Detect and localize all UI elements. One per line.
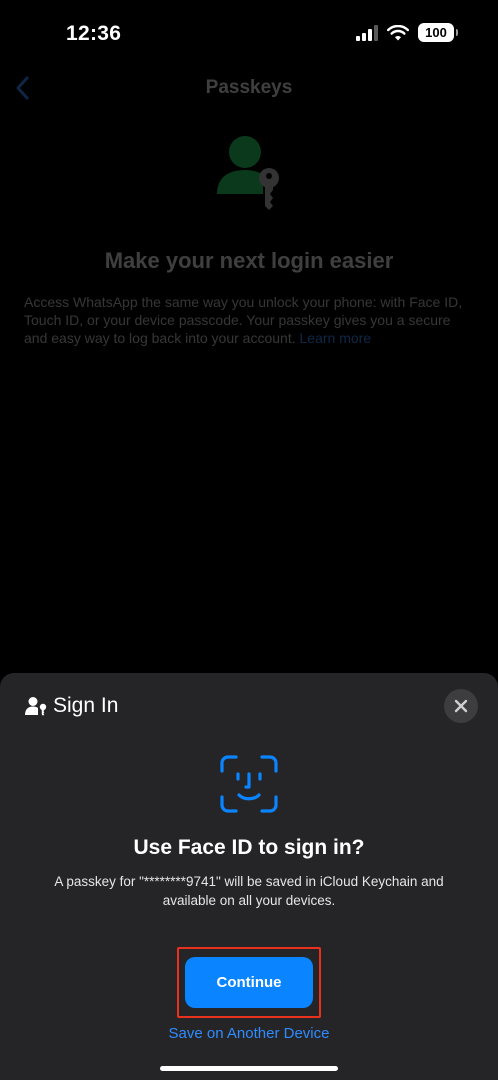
person-key-icon (217, 136, 279, 210)
sheet-title: Use Face ID to sign in? (133, 836, 365, 859)
close-button[interactable] (444, 689, 478, 723)
sheet-description: A passkey for "********9741" will be sav… (54, 874, 444, 908)
nav-title: Passkeys (205, 77, 293, 98)
sheet-header: Sign In (25, 694, 118, 718)
sign-in-sheet: Sign In Use Face ID to sign in? A passke… (0, 673, 498, 1080)
close-icon (454, 699, 468, 713)
continue-button[interactable]: Continue (185, 957, 313, 1008)
page-description: Access WhatsApp the same way you unlock … (24, 293, 476, 348)
save-on-another-device-link[interactable]: Save on Another Device (0, 1025, 498, 1042)
learn-more-link[interactable]: Learn more (300, 330, 372, 346)
page-headline: Make your next login easier (104, 248, 394, 273)
face-id-icon (220, 755, 278, 813)
sheet-header-label: Sign In (53, 694, 119, 717)
home-indicator (160, 1066, 338, 1071)
person-key-small-icon (25, 697, 47, 716)
description-text: Access WhatsApp the same way you unlock … (24, 294, 463, 347)
